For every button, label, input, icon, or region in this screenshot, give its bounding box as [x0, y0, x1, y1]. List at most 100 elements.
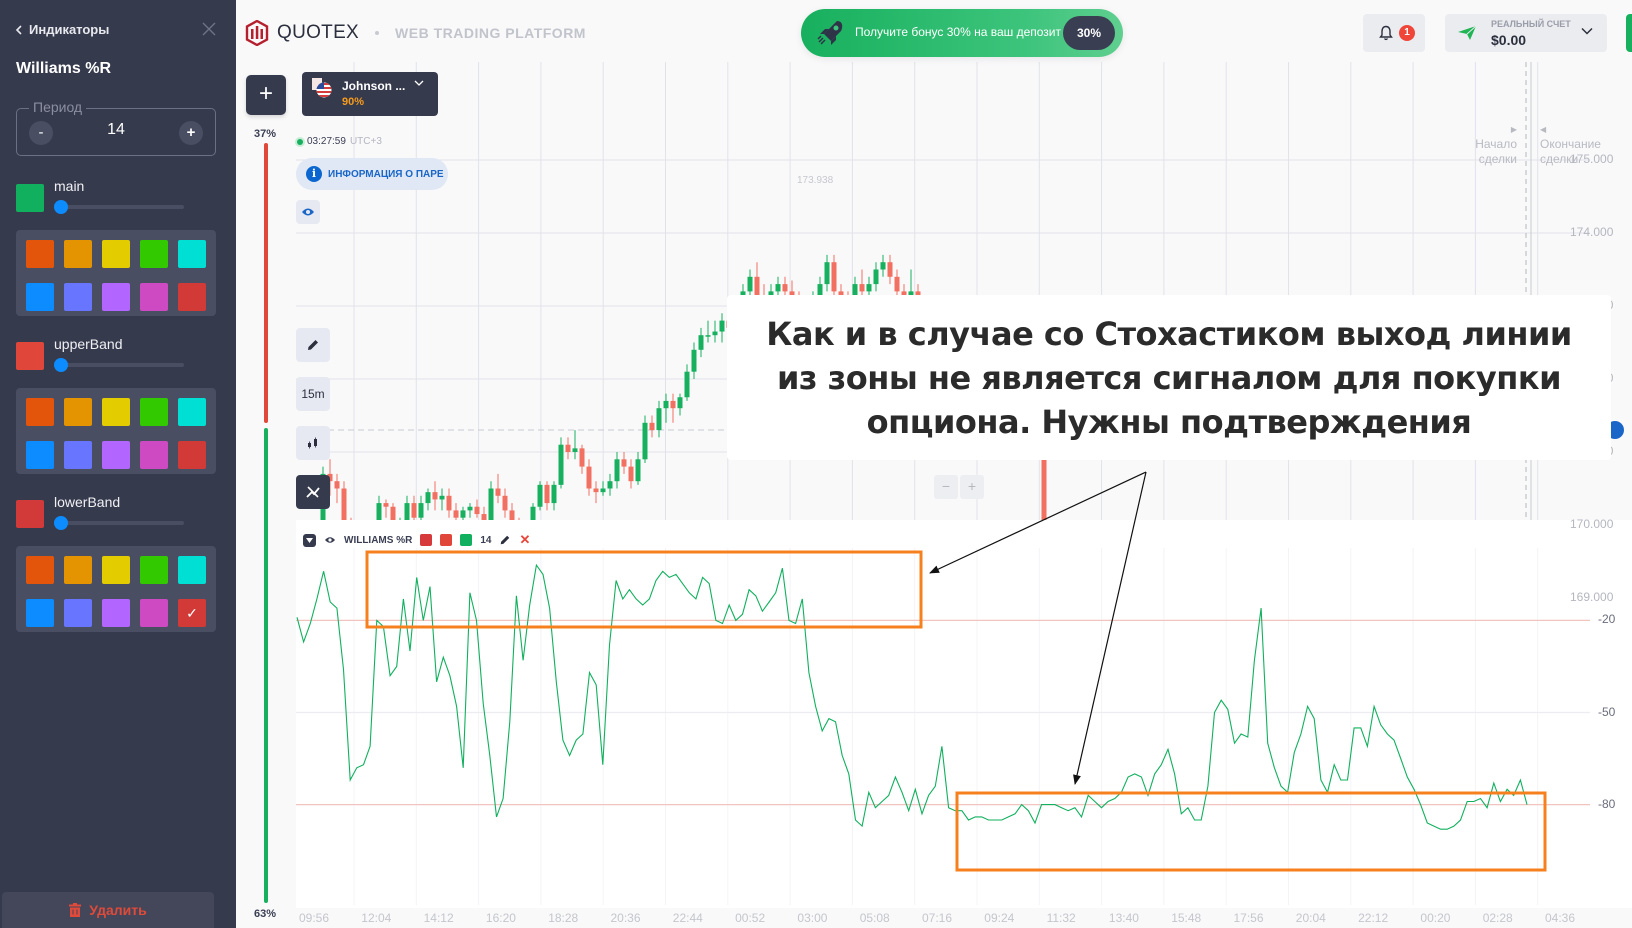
candle-body	[663, 400, 669, 409]
palette-color[interactable]	[26, 398, 54, 426]
bell-icon	[1379, 25, 1393, 41]
delete-indicator-button[interactable]: Удалить	[2, 892, 214, 928]
asset-name: Johnson ...	[342, 79, 406, 93]
palette-color[interactable]	[64, 556, 92, 584]
indicators-button[interactable]	[296, 475, 330, 509]
indicator-legend-name: WILLIAMS %R	[344, 534, 413, 546]
palette-color[interactable]	[26, 556, 54, 584]
info-icon: i	[306, 166, 322, 182]
pair-info-button[interactable]: i ИНФОРМАЦИЯ О ПАРЕ	[296, 158, 448, 190]
palette-color[interactable]	[26, 441, 54, 469]
palette-color[interactable]	[26, 599, 54, 627]
palette-color[interactable]	[178, 441, 206, 469]
band-color-swatch[interactable]	[16, 342, 44, 370]
palette-color[interactable]	[26, 283, 54, 311]
band-color-swatch[interactable]	[16, 184, 44, 212]
palette-color[interactable]	[178, 283, 206, 311]
timeframe-button[interactable]: 15m	[296, 377, 330, 411]
upperband-color-swatch[interactable]	[440, 534, 453, 546]
line-width-slider[interactable]	[54, 358, 184, 372]
palette-color[interactable]: ✓	[178, 599, 206, 627]
chart-type-button[interactable]	[296, 426, 330, 460]
promo-text: Получите бонус 30% на ваш депозит	[855, 25, 1062, 39]
palette-color[interactable]	[178, 398, 206, 426]
indicator-axis-label: -20	[1598, 612, 1616, 627]
account-selector[interactable]: РЕАЛЬНЫЙ СЧЕТ $0.00	[1445, 14, 1607, 52]
time-axis-label: 04:36	[1545, 911, 1576, 925]
zoom-out-button[interactable]: −	[934, 475, 958, 499]
time-axis-label: 20:04	[1295, 911, 1326, 925]
palette-color[interactable]	[140, 283, 168, 311]
paper-plane-icon	[1458, 25, 1477, 40]
slider-thumb[interactable]	[54, 200, 68, 214]
trade-start-text: Начало сделки	[1475, 137, 1517, 166]
zoom-in-button[interactable]: +	[960, 475, 984, 499]
collapse-indicator-button[interactable]	[303, 533, 316, 547]
slider-thumb[interactable]	[54, 516, 68, 530]
asset-selector[interactable]: Johnson ... 90%	[302, 72, 438, 116]
palette-color[interactable]	[64, 283, 92, 311]
notification-count-badge: 1	[1399, 25, 1415, 41]
slider-thumb[interactable]	[54, 358, 68, 372]
back-label: Индикаторы	[29, 22, 110, 37]
slider-track[interactable]	[58, 205, 184, 209]
separator-dot	[375, 31, 380, 35]
time-axis-label: 09:56	[299, 911, 330, 925]
slider-track[interactable]	[58, 521, 184, 525]
palette-color[interactable]	[64, 398, 92, 426]
palette-color[interactable]	[140, 240, 168, 268]
candle-body	[649, 422, 655, 431]
candle-body	[390, 506, 396, 520]
back-to-indicators-button[interactable]: Индикаторы	[15, 22, 109, 37]
period-stepper: Период - 14 +	[16, 99, 216, 156]
visibility-toggle-button[interactable]	[296, 200, 320, 224]
trade-start-label: ▶ Начало сделки	[1455, 122, 1517, 167]
line-width-slider[interactable]	[54, 516, 184, 530]
palette-color[interactable]	[178, 240, 206, 268]
candle-body	[859, 284, 865, 292]
main-color-swatch[interactable]	[460, 534, 473, 546]
palette-color[interactable]	[178, 556, 206, 584]
palette-color[interactable]	[102, 556, 130, 584]
drawing-tools-button[interactable]	[296, 328, 330, 362]
palette-color[interactable]	[140, 599, 168, 627]
color-palette: ✓	[16, 546, 216, 632]
price-axis-label: 169.000	[1570, 590, 1614, 604]
palette-color[interactable]	[140, 398, 168, 426]
slider-track[interactable]	[58, 363, 184, 367]
palette-color[interactable]	[64, 240, 92, 268]
palette-color[interactable]	[140, 441, 168, 469]
buy-sentiment-percent: 63%	[254, 908, 277, 920]
line-width-slider[interactable]	[54, 200, 184, 214]
palette-color[interactable]	[102, 283, 130, 311]
candle-body	[579, 448, 585, 467]
add-asset-button[interactable]: +	[246, 75, 286, 115]
candle-body	[432, 492, 438, 500]
palette-color[interactable]	[64, 441, 92, 469]
lowerband-color-swatch[interactable]	[420, 534, 433, 546]
palette-color[interactable]	[102, 240, 130, 268]
palette-color[interactable]	[102, 599, 130, 627]
remove-indicator-icon[interactable]: ✕	[519, 532, 530, 548]
eye-icon[interactable]	[324, 536, 336, 544]
edit-indicator-icon[interactable]	[499, 534, 511, 546]
palette-color[interactable]	[140, 556, 168, 584]
palette-color[interactable]	[26, 240, 54, 268]
palette-color[interactable]	[64, 599, 92, 627]
band-color-swatch[interactable]	[16, 500, 44, 528]
brand-logo[interactable]: QUOTEX WEB TRADING PLATFORM	[245, 20, 586, 46]
candle-body	[572, 448, 578, 452]
palette-color[interactable]	[102, 398, 130, 426]
time-axis-label: 22:12	[1358, 911, 1389, 925]
period-increment-button[interactable]: +	[179, 121, 203, 145]
notifications-button[interactable]: 1	[1363, 14, 1425, 52]
band-name: lowerBand	[54, 494, 121, 510]
candle-body	[341, 488, 347, 520]
band-settings-lowerband: lowerBand ✓	[0, 494, 236, 644]
peak-price-label: 173.938	[797, 175, 834, 186]
deposit-bonus-banner[interactable]: Получите бонус 30% на ваш депозит 30%	[801, 9, 1123, 57]
indicator-legend-period: 14	[480, 534, 492, 546]
palette-color[interactable]	[102, 441, 130, 469]
close-icon[interactable]	[200, 20, 218, 38]
deposit-button-edge[interactable]	[1626, 14, 1632, 52]
